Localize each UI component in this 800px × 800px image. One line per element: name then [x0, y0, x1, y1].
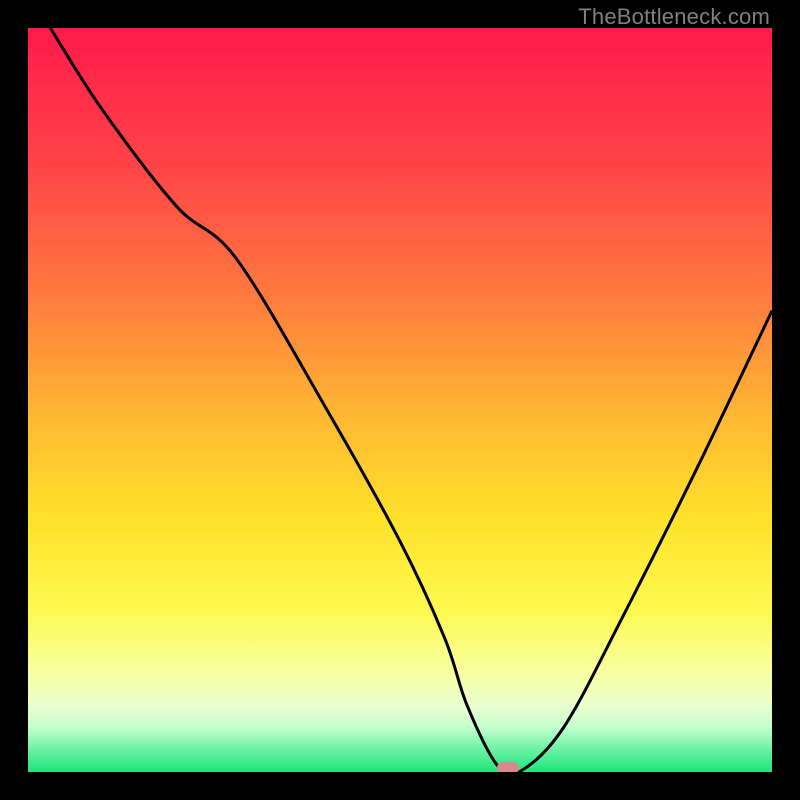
- plot-area: [28, 28, 772, 772]
- minimum-marker: [497, 762, 519, 772]
- chart-frame: TheBottleneck.com: [0, 0, 800, 800]
- bottleneck-curve: [28, 28, 772, 772]
- watermark-label: TheBottleneck.com: [578, 4, 770, 30]
